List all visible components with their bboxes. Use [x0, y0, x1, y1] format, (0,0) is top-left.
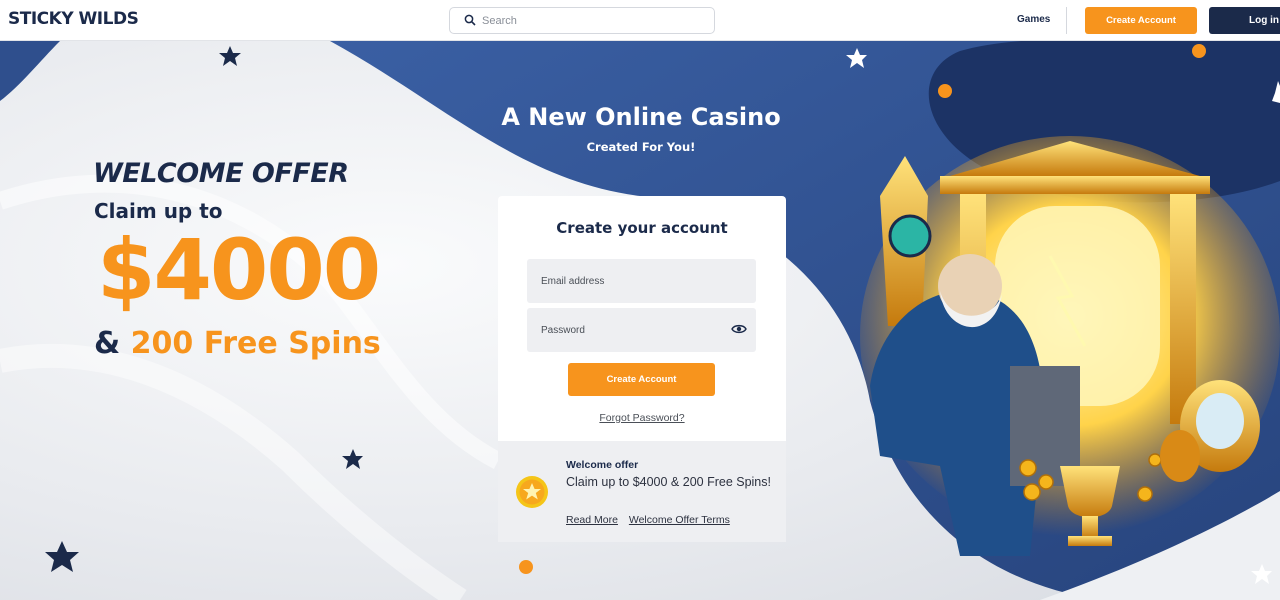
hero-banner: WELCOME OFFER Claim up to $4000 & 200 Fr…	[0, 41, 1280, 600]
welcome-offer-promo: Welcome offer Claim up to $4000 & 200 Fr…	[498, 441, 786, 542]
nav-divider	[1066, 7, 1067, 34]
welcome-offer-terms-link[interactable]: Welcome Offer Terms	[629, 514, 730, 526]
search-icon	[464, 14, 476, 26]
offer-amount: $4000	[97, 221, 381, 319]
top-header: STICKY WILDS Games Create Account Log in	[0, 0, 1280, 41]
signup-card: Create your account Create Account Forgo…	[498, 196, 786, 441]
offer-claim-text: Claim up to	[94, 199, 223, 223]
nav-games-link[interactable]: Games	[1017, 14, 1050, 25]
email-input[interactable]	[541, 272, 711, 290]
login-button[interactable]: Log in	[1209, 7, 1280, 34]
promo-heading: Welcome offer	[566, 459, 639, 471]
hero-subtitle: Created For You!	[586, 140, 696, 154]
password-input[interactable]	[541, 321, 711, 339]
star-badge-icon	[516, 476, 548, 508]
search-input[interactable]	[482, 12, 702, 30]
signup-title: Create your account	[556, 219, 728, 237]
promo-text: Claim up to $4000 & 200 Free Spins!	[566, 475, 771, 489]
logo[interactable]: STICKY WILDS	[8, 9, 139, 29]
email-field[interactable]	[527, 259, 756, 303]
forgot-password-link[interactable]: Forgot Password?	[498, 412, 786, 424]
create-account-button[interactable]: Create Account	[568, 363, 715, 396]
welcome-offer-title: WELCOME OFFER	[93, 158, 349, 189]
eye-icon[interactable]	[731, 323, 747, 335]
promo-links: Read More Welcome Offer Terms	[566, 514, 738, 526]
read-more-link[interactable]: Read More	[566, 514, 618, 526]
password-field[interactable]	[527, 308, 756, 352]
offer-spins-text: 200 Free Spins	[130, 326, 381, 361]
casino-hero-artwork	[860, 136, 1280, 556]
hero-title: A New Online Casino	[501, 103, 781, 131]
search-box[interactable]	[449, 7, 715, 34]
offer-ampersand: &	[94, 326, 121, 361]
header-create-account-button[interactable]: Create Account	[1085, 7, 1197, 34]
offer-free-spins: & 200 Free Spins	[94, 326, 381, 361]
